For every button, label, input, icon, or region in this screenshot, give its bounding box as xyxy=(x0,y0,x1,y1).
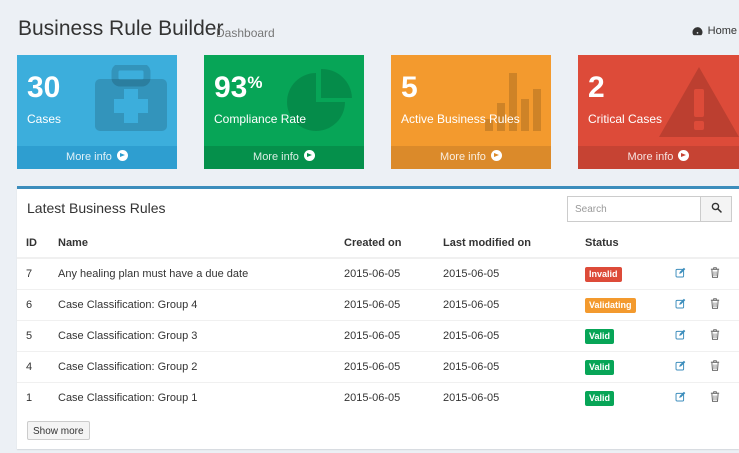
row-name: Case Classification: Group 1 xyxy=(58,382,344,413)
trash-icon xyxy=(710,267,720,281)
edit-icon xyxy=(675,360,686,374)
row-name: Case Classification: Group 3 xyxy=(58,320,344,352)
row-created: 2015-06-05 xyxy=(344,351,443,383)
row-id: 4 xyxy=(17,351,58,383)
delete-button[interactable] xyxy=(710,351,739,383)
edit-icon xyxy=(675,329,686,343)
delete-button[interactable] xyxy=(710,320,739,352)
critical-cases-stat-box: 2 Critical Cases More info xyxy=(578,55,739,169)
pie-chart-icon xyxy=(286,67,356,142)
active-rules-label: Active Business Rules xyxy=(401,112,520,126)
dashboard-icon xyxy=(692,26,703,37)
compliance-stat-box: 93% Compliance Rate More info xyxy=(204,55,364,169)
cases-more-info-link[interactable]: More info xyxy=(17,146,177,169)
row-created: 2015-06-05 xyxy=(344,289,443,321)
cases-count: 30 xyxy=(27,71,61,104)
column-header-delete xyxy=(710,229,739,259)
edit-button[interactable] xyxy=(675,320,710,352)
row-modified: 2015-06-05 xyxy=(443,257,585,290)
row-name: Any healing plan must have a due date xyxy=(58,257,344,290)
edit-icon xyxy=(675,267,686,281)
column-header-created: Created on xyxy=(344,229,443,259)
trash-icon xyxy=(710,391,720,405)
row-id: 6 xyxy=(17,289,58,321)
table-row[interactable]: 4 Case Classification: Group 2 2015-06-0… xyxy=(17,351,739,383)
arrow-circle-right-icon xyxy=(116,150,128,161)
edit-button[interactable] xyxy=(675,382,710,413)
compliance-more-info-link[interactable]: More info xyxy=(204,146,364,169)
arrow-circle-right-icon xyxy=(490,150,502,161)
warning-icon xyxy=(657,65,739,144)
row-id: 7 xyxy=(17,257,58,290)
delete-button[interactable] xyxy=(710,382,739,413)
row-modified: 2015-06-05 xyxy=(443,351,585,383)
row-created: 2015-06-05 xyxy=(344,382,443,413)
trash-icon xyxy=(710,329,720,343)
delete-button[interactable] xyxy=(710,289,739,321)
edit-button[interactable] xyxy=(675,351,710,383)
compliance-rate-label: Compliance Rate xyxy=(214,112,307,126)
edit-button[interactable] xyxy=(675,289,710,321)
edit-icon xyxy=(675,391,686,405)
row-modified: 2015-06-05 xyxy=(443,320,585,352)
trash-icon xyxy=(710,298,720,312)
column-header-modified: Last modified on xyxy=(443,229,585,259)
row-modified: 2015-06-05 xyxy=(443,382,585,413)
breadcrumb-home[interactable]: Home xyxy=(692,25,737,37)
column-header-status: Status xyxy=(585,229,675,259)
table-row[interactable]: 1 Case Classification: Group 1 2015-06-0… xyxy=(17,382,739,413)
page-header: Business Rule Builder Dashboard Home xyxy=(0,0,739,50)
critical-cases-count: 2 xyxy=(588,71,605,104)
search-button[interactable] xyxy=(700,197,731,221)
critical-cases-label: Critical Cases xyxy=(588,112,663,126)
arrow-circle-right-icon xyxy=(303,150,315,161)
status-badge: Validating xyxy=(585,297,636,313)
edit-button[interactable] xyxy=(675,257,710,290)
delete-button[interactable] xyxy=(710,257,739,290)
table-row[interactable]: 7 Any healing plan must have a due date … xyxy=(17,257,739,290)
breadcrumb-home-label: Home xyxy=(707,25,737,37)
cases-label: Cases xyxy=(27,112,62,126)
row-id: 1 xyxy=(17,382,58,413)
more-info-label: More info xyxy=(627,151,674,163)
rules-table: ID Name Created on Last modified on Stat… xyxy=(17,229,739,413)
row-created: 2015-06-05 xyxy=(344,320,443,352)
panel-title: Latest Business Rules xyxy=(27,200,166,216)
table-row[interactable]: 5 Case Classification: Group 3 2015-06-0… xyxy=(17,320,739,352)
arrow-circle-right-icon xyxy=(678,150,690,161)
search-box xyxy=(567,196,732,222)
status-badge: Valid xyxy=(585,328,615,344)
more-info-label: More info xyxy=(253,151,299,163)
table-header-row: ID Name Created on Last modified on Stat… xyxy=(17,229,739,259)
active-rules-count: 5 xyxy=(401,71,418,104)
trash-icon xyxy=(710,360,720,374)
medkit-icon xyxy=(91,63,171,138)
column-header-edit xyxy=(675,229,710,259)
more-info-label: More info xyxy=(66,151,112,163)
critical-more-info-link[interactable]: More info xyxy=(578,146,739,169)
compliance-rate-value: 93% xyxy=(214,71,263,104)
page-title: Business Rule Builder xyxy=(18,17,224,40)
active-rules-more-info-link[interactable]: More info xyxy=(391,146,551,169)
search-icon xyxy=(711,200,722,218)
show-more-button[interactable]: Show more xyxy=(27,421,90,440)
page-subtitle: Dashboard xyxy=(216,26,275,40)
row-created: 2015-06-05 xyxy=(344,257,443,290)
latest-rules-panel: Latest Business Rules ID Name Created on… xyxy=(17,186,739,449)
row-name: Case Classification: Group 2 xyxy=(58,351,344,383)
status-badge: Invalid xyxy=(585,266,622,282)
column-header-id: ID xyxy=(17,229,58,259)
active-rules-stat-box: 5 Active Business Rules More info xyxy=(391,55,551,169)
column-header-name: Name xyxy=(58,229,344,259)
row-name: Case Classification: Group 4 xyxy=(58,289,344,321)
status-badge: Valid xyxy=(585,359,615,375)
more-info-label: More info xyxy=(440,151,486,163)
edit-icon xyxy=(675,298,686,312)
status-badge: Valid xyxy=(585,390,615,406)
search-input[interactable] xyxy=(568,197,700,221)
cases-stat-box: 30 Cases More info xyxy=(17,55,177,169)
row-modified: 2015-06-05 xyxy=(443,289,585,321)
row-id: 5 xyxy=(17,320,58,352)
table-row[interactable]: 6 Case Classification: Group 4 2015-06-0… xyxy=(17,289,739,321)
